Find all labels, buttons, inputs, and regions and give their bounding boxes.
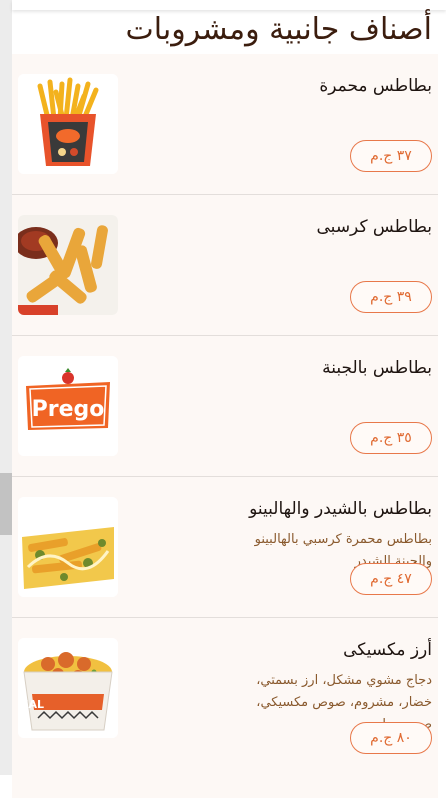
header-strip: [12, 0, 446, 10]
rice-meal-text: Rice MEAL: [18, 698, 44, 711]
price-button[interactable]: ٣٥ ج.م: [350, 422, 432, 454]
menu-item[interactable]: بطاطس كرسبى ٣٩ ج.م: [12, 195, 438, 336]
menu-item[interactable]: Prego بطاطس بالجبنة ٣٥ ج.م: [12, 336, 438, 477]
menu-item[interactable]: بطاطس محمرة ٣٧ ج.م: [12, 54, 438, 195]
price-button[interactable]: ٤٧ ج.م: [350, 563, 432, 595]
menu-item[interactable]: بطاطس بالشيدر والهالبينو بطاطس محمرة كرس…: [12, 477, 438, 618]
scrollbar-thumb[interactable]: [0, 473, 12, 535]
price-button[interactable]: ٨٠ ج.م: [350, 722, 432, 754]
item-name: بطاطس بالشيدر والهالبينو: [249, 499, 432, 519]
cheddar-jalapeno-fries-image: [18, 497, 118, 597]
rice-meal-image: Rice MEAL: [18, 638, 118, 738]
price-button[interactable]: ٣٧ ج.م: [350, 140, 432, 172]
prego-logo-image: Prego: [18, 356, 118, 456]
item-name: بطاطس كرسبى: [316, 217, 432, 237]
scrollbar-track[interactable]: [0, 0, 12, 775]
crispy-fries-image: [18, 215, 118, 315]
prego-logo-text: Prego: [32, 397, 105, 422]
page-title: أصناف جانبية ومشروبات: [125, 12, 433, 47]
item-name: أرز مكسيكى: [343, 640, 432, 660]
item-name: بطاطس محمرة: [319, 76, 432, 96]
fries-box-image: [18, 74, 118, 174]
item-name: بطاطس بالجبنة: [322, 358, 432, 378]
menu-list: بطاطس محمرة ٣٧ ج.م بطاطس كرسبى ٣٩ ج.م Pr…: [12, 54, 438, 798]
price-button[interactable]: ٣٩ ج.م: [350, 281, 432, 313]
menu-item[interactable]: Rice MEAL أرز مكسيكى دجاج مشوي مشكل، ارز…: [12, 618, 438, 798]
